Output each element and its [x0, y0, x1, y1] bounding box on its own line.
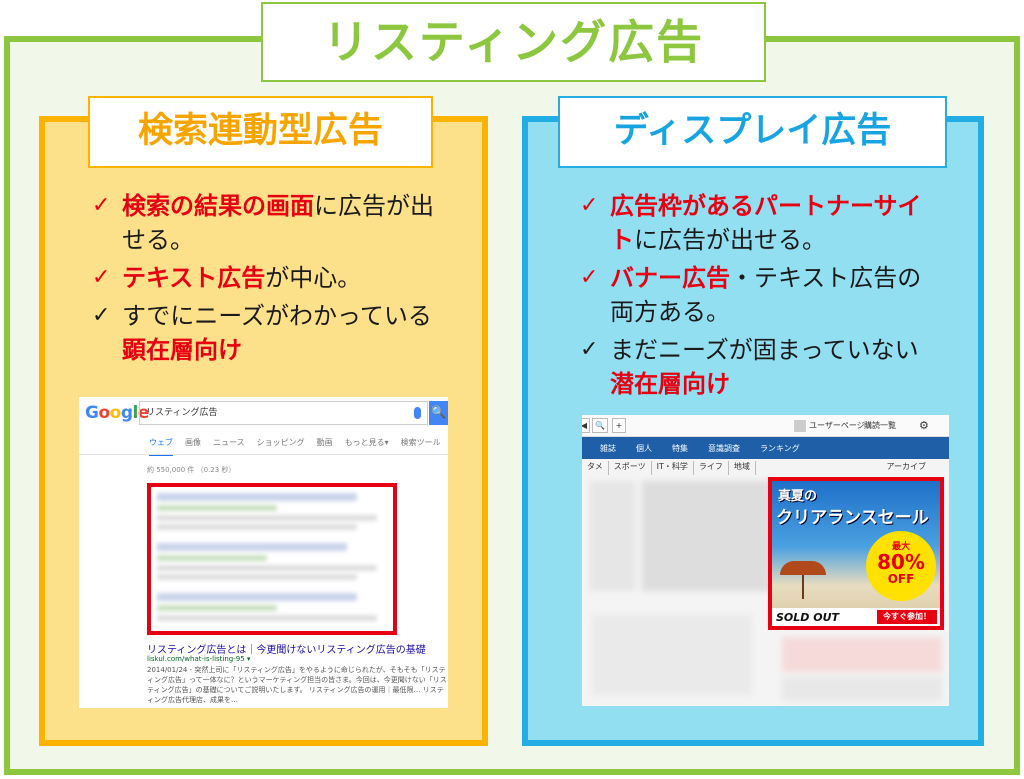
result-count: 約 550,000 件 （0.23 秒） [147, 466, 236, 474]
blurred-image [642, 481, 772, 591]
site-toolbar: ◀ 🔍 + ユーザーページ 購読一覧 ⚙ [582, 415, 949, 437]
bullet-item: ✓ まだニーズが固まっていない潜在層向け [580, 333, 930, 401]
category-item[interactable]: IT・科学 [652, 461, 694, 475]
main-title: リスティング広告 [261, 2, 766, 82]
bullet-item: ✓ すでにニーズがわかっている顕在層向け [92, 299, 437, 367]
category-item[interactable]: タメ [582, 461, 609, 475]
parasol-pole [802, 575, 804, 599]
category-item[interactable]: ライフ [694, 461, 729, 475]
nav-item[interactable]: ランキング [750, 443, 810, 454]
add-button[interactable]: + [612, 418, 626, 433]
search-icon[interactable]: 🔍 [592, 418, 608, 433]
display-ads-title: ディスプレイ広告 [558, 96, 947, 168]
nav-item[interactable]: 個人 [626, 443, 662, 454]
user-page-link[interactable]: ユーザーページ [794, 418, 865, 433]
join-now-button[interactable]: 今すぐ参加！ [877, 610, 937, 624]
ad-results-highlight [147, 483, 397, 635]
result-title-link[interactable]: リスティング広告とは｜今更聞けないリスティング広告の基礎 [147, 641, 447, 656]
site-nav: 雑誌 個人 特集 意識調査 ランキング [582, 437, 949, 459]
mic-icon[interactable] [414, 407, 421, 419]
blurred-content [782, 677, 942, 701]
parasol-image [780, 561, 826, 575]
subscription-list-link[interactable]: 購読一覧 [864, 418, 896, 433]
check-icon: ✓ [92, 193, 111, 218]
category-item[interactable]: 地域 [729, 461, 756, 475]
ad-headline-1: 真夏の [778, 489, 818, 504]
blurred-content [590, 481, 635, 591]
search-ads-bullets: ✓ 検索の結果の画面に広告が出せる。 ✓ テキスト広告が中心。 ✓ すでにニーズがわか… [92, 189, 437, 371]
bullet-item: ✓ 検索の結果の画面に広告が出せる。 [92, 189, 437, 257]
result-description: 2014/01/24 - 突然上司に「リスティング広告」をやるように命じられたが… [147, 666, 447, 704]
divider [79, 454, 448, 455]
check-icon: ✓ [580, 265, 599, 290]
check-icon: ✓ [580, 193, 599, 218]
brand-logo: SOLD OUT [776, 611, 840, 624]
category-nav: タメ スポーツ IT・科学 ライフ 地域 アーカイブ [582, 461, 949, 475]
check-icon: ✓ [92, 303, 111, 328]
banner-ad[interactable]: 真夏の クリアランスセール 最大 80% OFF SOLD OUT 今すぐ参加！ [768, 477, 944, 630]
blurred-content [782, 637, 942, 672]
check-icon: ✓ [92, 265, 111, 290]
nav-item[interactable]: 意識調査 [698, 443, 750, 454]
display-ads-bullets: ✓ 広告枠があるパートナーサイトに広告が出せる。 ✓ バナー広告・テキスト広告の両方… [580, 189, 930, 405]
bullet-item: ✓ 広告枠があるパートナーサイトに広告が出せる。 [580, 189, 930, 257]
search-input[interactable]: リスティング広告 [139, 401, 428, 425]
blurred-content [592, 615, 752, 695]
discount-badge: 最大 80% OFF [866, 531, 936, 601]
display-site-screenshot: ◀ 🔍 + ユーザーページ 購読一覧 ⚙ 雑誌 個人 特集 意識調査 ランキング… [582, 415, 949, 706]
bullet-item: ✓ バナー広告・テキスト広告の両方ある。 [580, 261, 930, 329]
nav-item[interactable]: 特集 [662, 443, 698, 454]
archive-link[interactable]: アーカイブ [881, 461, 931, 472]
back-button[interactable]: ◀ [582, 418, 590, 433]
avatar [794, 419, 806, 432]
nav-item[interactable]: 雑誌 [582, 443, 626, 454]
search-button[interactable]: 🔍 [429, 401, 448, 425]
gear-icon[interactable]: ⚙ [919, 418, 929, 433]
category-item[interactable]: スポーツ [609, 461, 652, 475]
google-screenshot: Google リスティング広告 🔍 ウェブ 画像 ニュース ショッピング 動画 … [79, 397, 448, 708]
bullet-item: ✓ テキスト広告が中心。 [92, 261, 437, 295]
ad-headline-2: クリアランスセール [776, 508, 929, 528]
result-url: liskul.com/what-is-listing-95 ▾ [147, 655, 251, 663]
search-ads-title: 検索連動型広告 [88, 96, 433, 168]
check-icon: ✓ [580, 337, 599, 362]
